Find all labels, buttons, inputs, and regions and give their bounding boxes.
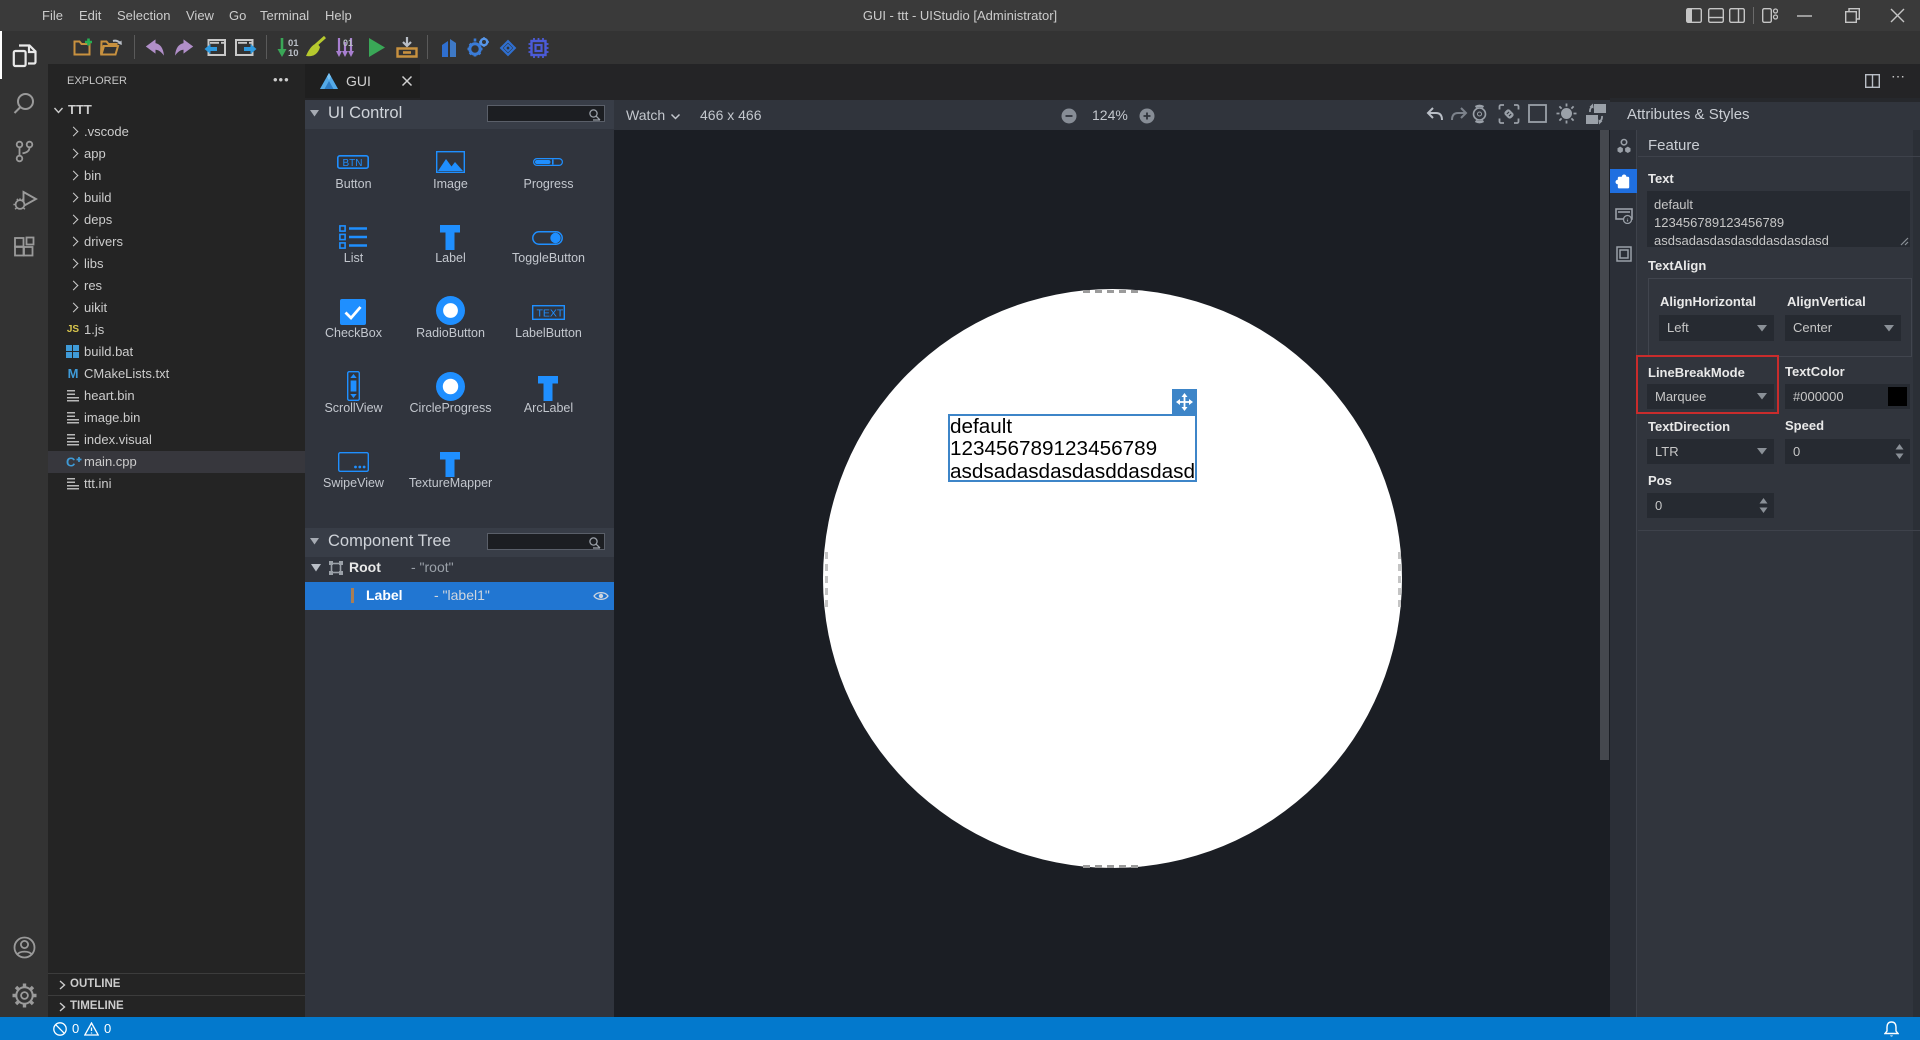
svg-text:10: 10 — [288, 48, 299, 58]
svg-text:C: C — [66, 455, 76, 468]
svg-text:BTN: BTN — [343, 158, 363, 169]
svg-text:01: 01 — [343, 38, 353, 48]
svg-text:TEXT: TEXT — [537, 308, 564, 320]
